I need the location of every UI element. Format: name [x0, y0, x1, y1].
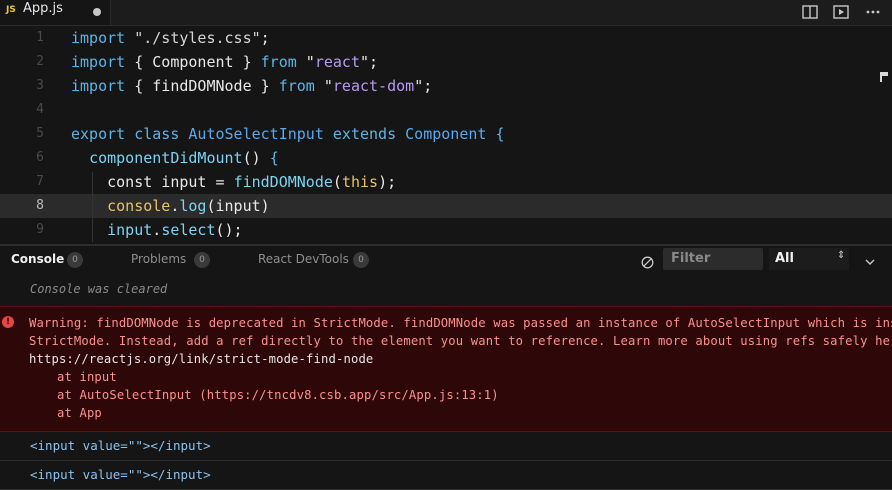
line-number: 5	[36, 126, 44, 141]
split-editor-icon[interactable]	[801, 3, 819, 21]
panel-header: Console 0 Problems 0 React DevTools 0 Fi…	[0, 246, 892, 276]
code-text: export class AutoSelectInput extends Com…	[71, 125, 505, 143]
code-line[interactable]: 8 console.log(input)	[0, 194, 892, 218]
problems-count-badge: 0	[194, 252, 210, 268]
log-level-value: All	[775, 251, 794, 266]
error-link[interactable]: https://reactjs.org/link/strict-mode-fin…	[29, 352, 373, 366]
code-text: input.select();	[107, 221, 243, 239]
scrollbar-marker-tail	[880, 76, 882, 82]
console-count-badge: 0	[67, 252, 83, 268]
editor-tab-bar: JS App.js	[0, 0, 892, 26]
line-number: 9	[36, 222, 44, 237]
chevron-down-icon[interactable]	[864, 253, 876, 265]
log-entry[interactable]: <input value=""></input>	[0, 432, 892, 461]
code-text: import { Component } from "react";	[71, 53, 379, 71]
devtools-count-badge: 0	[353, 252, 369, 268]
line-number: 6	[36, 150, 44, 165]
log-text: <input value=""></input>	[30, 467, 211, 482]
open-preview-icon[interactable]	[832, 3, 850, 21]
tab-react-devtools[interactable]: React DevTools	[258, 252, 349, 266]
stack-frame: at App	[57, 406, 102, 420]
tab-app-js[interactable]: JS App.js	[0, 0, 111, 25]
tab-filename: App.js	[23, 1, 63, 16]
code-line[interactable]: 2 import { Component } from "react";	[0, 50, 892, 74]
code-line[interactable]: 4	[0, 98, 892, 122]
console-cleared-message: Console was cleared	[30, 282, 168, 296]
stack-frame[interactable]: at AutoSelectInput (https://tncdv8.csb.a…	[57, 388, 499, 402]
code-text: console.log(input)	[107, 197, 270, 215]
line-number: 4	[36, 102, 44, 117]
filter-input[interactable]: Filter	[663, 248, 763, 270]
error-icon: !	[2, 316, 14, 328]
code-line[interactable]: 5 export class AutoSelectInput extends Co…	[0, 122, 892, 146]
code-line[interactable]: 1 import "./styles.css";	[0, 26, 892, 50]
indent-guide	[92, 172, 93, 242]
filter-placeholder: Filter	[671, 251, 711, 266]
log-entry[interactable]: <input value=""></input>	[0, 461, 892, 490]
more-actions-icon[interactable]	[864, 3, 882, 21]
code-line[interactable]: 9 input.select();	[0, 218, 892, 242]
code-line[interactable]: 3 import { findDOMNode } from "react-dom"…	[0, 74, 892, 98]
log-level-select[interactable]: All ⇕	[769, 248, 849, 270]
code-text: componentDidMount() {	[89, 149, 279, 167]
stack-frame: at input	[57, 370, 117, 384]
javascript-file-icon: JS	[6, 5, 16, 15]
console-output: Console was cleared ! Warning: findDOMNo…	[0, 276, 892, 490]
line-number: 8	[36, 198, 44, 213]
error-text-line: StrictMode. Instead, add a ref directly …	[29, 334, 892, 348]
code-text: import "./styles.css";	[71, 29, 270, 47]
unsaved-changes-dot[interactable]	[93, 8, 101, 16]
log-text: <input value=""></input>	[30, 438, 211, 453]
code-line[interactable]: 6 componentDidMount() {	[0, 146, 892, 170]
tab-console[interactable]: Console	[11, 252, 64, 266]
clear-console-icon[interactable]	[641, 254, 654, 269]
tab-problems[interactable]: Problems	[131, 252, 186, 266]
code-text: const input = findDOMNode(this);	[107, 173, 397, 191]
line-number: 3	[36, 78, 44, 93]
select-arrows-icon: ⇕	[837, 250, 846, 261]
line-number: 2	[36, 54, 44, 69]
line-number: 1	[36, 30, 44, 45]
error-message: ! Warning: findDOMNode is deprecated in …	[0, 306, 892, 432]
error-text-line: Warning: findDOMNode is deprecated in St…	[29, 316, 892, 330]
code-text: import { findDOMNode } from "react-dom";	[71, 77, 433, 95]
line-number: 7	[36, 174, 44, 189]
code-editor[interactable]: 1 import "./styles.css"; 2 import { Compone…	[0, 26, 892, 244]
code-line[interactable]: 7 const input = findDOMNode(this);	[0, 170, 892, 194]
